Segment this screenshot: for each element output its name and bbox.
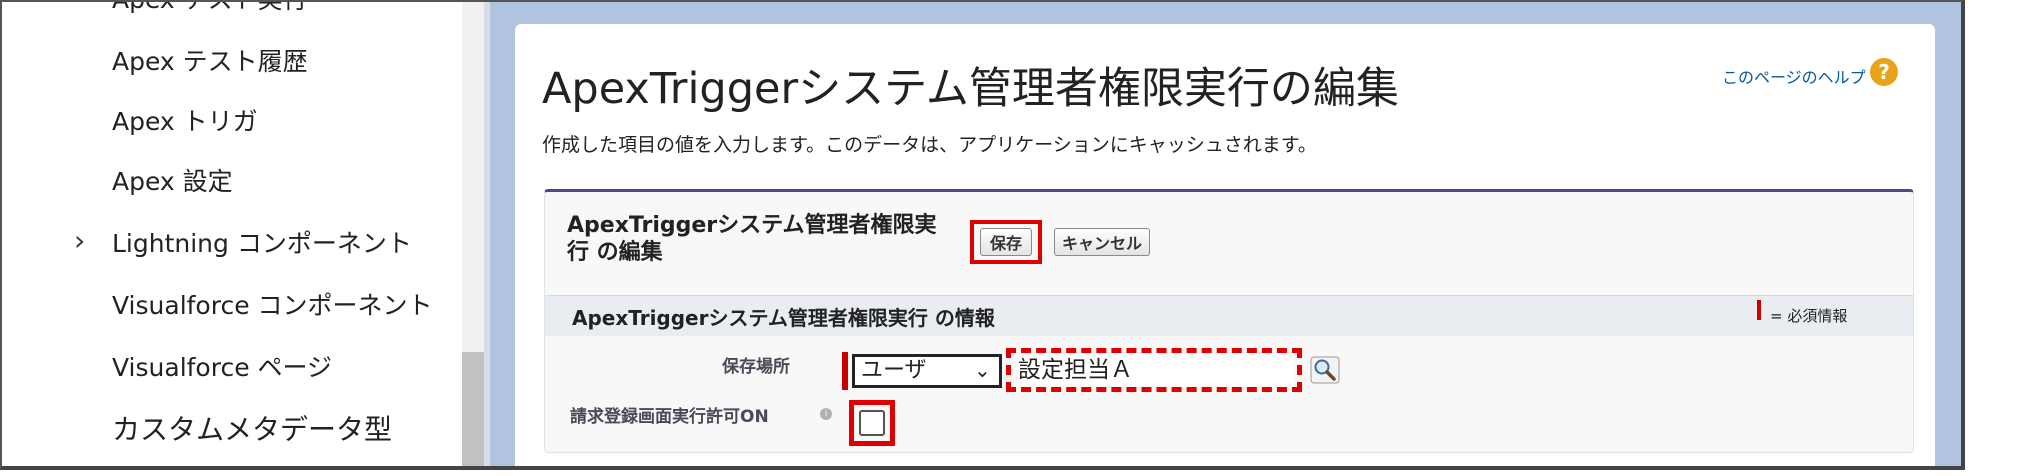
setup-sidebar: Apex テスト実行 Apex テスト履歴 Apex トリガ Apex 設定 ›… (2, 2, 484, 466)
sidebar-item-partial[interactable]: Apex テスト実行 (112, 2, 308, 16)
required-indicator (842, 352, 848, 390)
help-link[interactable]: このページのヘルプ (1722, 64, 1866, 88)
section-title: ApexTriggerシステム管理者権限実行 の情報 (572, 306, 995, 330)
lookup-search-icon[interactable] (1310, 356, 1340, 384)
page-description: 作成した項目の値を入力します。このデータは、アプリケーションにキャッシュされます… (542, 134, 1317, 156)
approve-checkbox[interactable] (859, 410, 885, 436)
required-legend: = 必須情報 (1770, 307, 1848, 325)
chevron-down-icon[interactable]: ⌄ (974, 358, 991, 382)
sidebar-item-apex-settings[interactable]: Apex 設定 (112, 162, 233, 198)
screenshot-frame: Apex テスト実行 Apex テスト履歴 Apex トリガ Apex 設定 ›… (0, 0, 1965, 470)
sidebar-item-visualforce-components[interactable]: Visualforce コンポーネント (112, 286, 433, 322)
save-button[interactable]: 保存 (980, 228, 1032, 256)
sidebar-item-lightning-components[interactable]: Lightning コンポーネント (112, 224, 412, 260)
required-indicator-legend (1757, 300, 1761, 320)
sidebar-item-apex-trigger[interactable]: Apex トリガ (112, 102, 258, 138)
sidebar-item-custom-metadata-types[interactable]: カスタムメタデータ型 (112, 408, 392, 448)
chevron-right-icon[interactable]: › (74, 224, 85, 257)
sidebar-item-visualforce-pages[interactable]: Visualforce ページ (112, 348, 332, 384)
sidebar-item-apex-test-history[interactable]: Apex テスト履歴 (112, 42, 308, 78)
page-title: ApexTriggerシステム管理者権限実行の編集 (542, 64, 1399, 114)
edit-block-title: ApexTriggerシステム管理者権限実行 の編集 (567, 213, 937, 265)
location-type-value: ユーザ (861, 358, 927, 383)
location-lookup-input[interactable]: 設定担当Ａ (1014, 354, 1294, 386)
approve-label: 請求登録画面実行許可ON (570, 407, 769, 427)
question-icon[interactable]: ? (1870, 58, 1898, 86)
location-label: 保存場所 (722, 357, 790, 377)
info-icon[interactable]: i (820, 408, 832, 420)
sidebar-scrollbar-thumb[interactable] (462, 352, 484, 466)
cancel-button[interactable]: キャンセル (1054, 228, 1150, 256)
